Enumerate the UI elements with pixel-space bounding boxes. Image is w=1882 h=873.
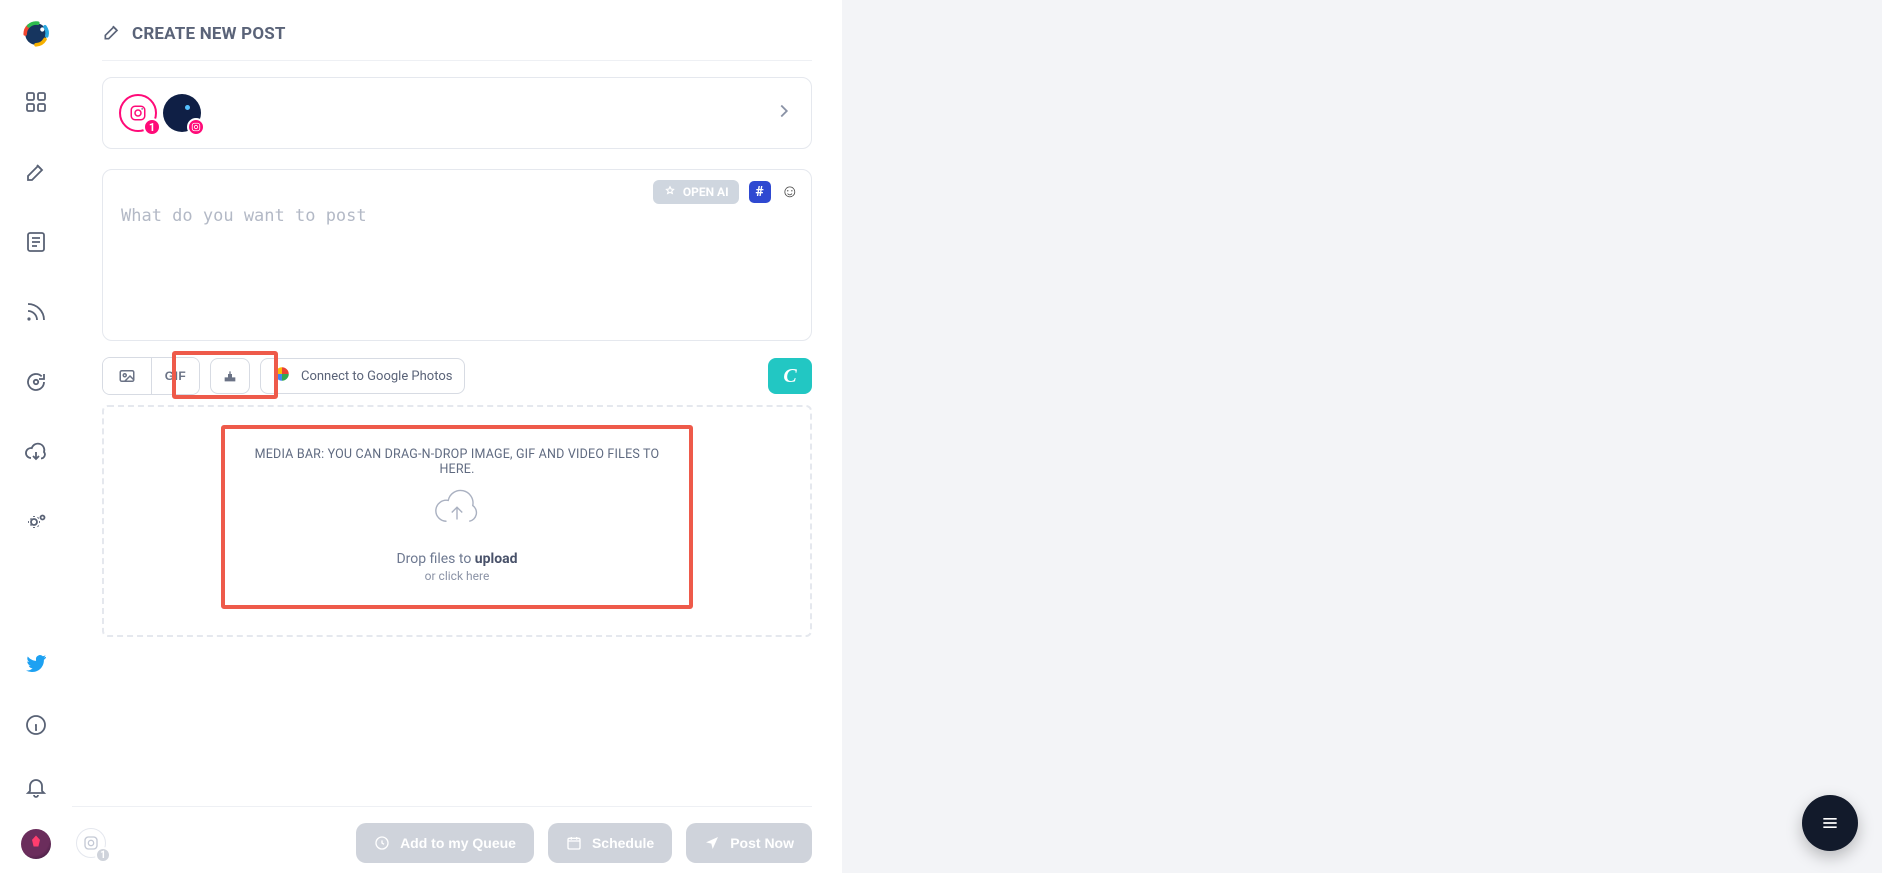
nav-notifications[interactable] (16, 767, 56, 807)
dropzone-line-strong: upload (475, 551, 518, 567)
nav-recycle[interactable] (16, 362, 56, 402)
google-photos-icon (273, 365, 291, 387)
help-fab[interactable] (1802, 795, 1858, 851)
account-1[interactable]: 1 (119, 94, 157, 132)
post-now-label: Post Now (730, 835, 794, 851)
google-photos-label: Connect to Google Photos (301, 369, 452, 384)
tab-gif[interactable]: GIF (151, 358, 199, 394)
openai-label: OPEN AI (683, 185, 729, 199)
account-2[interactable] (163, 94, 201, 132)
nav-twitter[interactable] (16, 643, 56, 683)
dropzone-subline: or click here (237, 569, 677, 583)
media-dropzone[interactable]: MEDIA BAR: YOU CAN DRAG-N-DROP IMAGE, GI… (102, 405, 812, 637)
nav-rss[interactable] (16, 292, 56, 332)
instagram-icon (129, 104, 147, 122)
compose-icon (102, 22, 122, 46)
canva-button[interactable]: C (768, 358, 812, 394)
account-1-badge: 1 (143, 118, 161, 136)
nav-compose[interactable] (16, 152, 56, 192)
schedule-label: Schedule (592, 835, 654, 851)
footer-account-badge: 1 (95, 847, 111, 863)
nav-user-avatar[interactable] (21, 829, 51, 859)
composer-tools: OPEN AI # ☺ (653, 180, 799, 204)
nav-article[interactable] (16, 222, 56, 262)
account-stack: 1 (119, 94, 201, 132)
openai-button[interactable]: OPEN AI (653, 180, 739, 204)
canva-glyph: C (783, 365, 796, 388)
dropzone-title: MEDIA BAR: YOU CAN DRAG-N-DROP IMAGE, GI… (237, 447, 677, 477)
page-title-row: CREATE NEW POST (102, 22, 812, 61)
media-toolbar: GIF Connect to Google Photos C (102, 357, 812, 395)
dropzone-line: Drop files to upload (237, 551, 677, 567)
composer-card: OPEN AI # ☺ (102, 169, 812, 341)
sidebar (0, 0, 72, 873)
page-title: CREATE NEW POST (132, 24, 286, 44)
instagram-badge-icon (187, 118, 205, 136)
nav-dashboard[interactable] (16, 82, 56, 122)
gif-label: GIF (165, 369, 187, 383)
nav-info[interactable] (16, 705, 56, 745)
chevron-right-icon (773, 100, 795, 126)
google-photos-button[interactable]: Connect to Google Photos (260, 358, 465, 394)
emoji-button[interactable]: ☺ (781, 183, 799, 201)
account-2-dot (185, 105, 190, 110)
tab-image[interactable] (103, 358, 151, 394)
footer-bar: 1 Add to my Queue Schedule Post Now (72, 806, 812, 873)
media-library-button[interactable] (210, 358, 250, 394)
add-to-queue-label: Add to my Queue (400, 835, 516, 851)
post-now-button[interactable]: Post Now (686, 823, 812, 863)
schedule-button[interactable]: Schedule (548, 823, 672, 863)
footer-account-chip[interactable]: 1 (76, 828, 106, 858)
nav-group-bottom (16, 643, 56, 873)
media-toggle-group: GIF (102, 357, 200, 395)
cloud-upload-icon (237, 489, 677, 533)
accounts-selector[interactable]: 1 (102, 77, 812, 149)
add-to-queue-button[interactable]: Add to my Queue (356, 823, 534, 863)
dropzone-line-prefix: Drop files to (396, 551, 474, 567)
hashtag-button[interactable]: # (749, 181, 771, 203)
nav-settings[interactable] (16, 502, 56, 542)
preview-panel (842, 0, 1882, 873)
nav-group-top (16, 82, 56, 542)
app-logo (18, 16, 54, 52)
main-column: CREATE NEW POST 1 OPE (72, 0, 842, 873)
highlight-ring-dropzone: MEDIA BAR: YOU CAN DRAG-N-DROP IMAGE, GI… (221, 425, 693, 609)
nav-cloud-download[interactable] (16, 432, 56, 472)
